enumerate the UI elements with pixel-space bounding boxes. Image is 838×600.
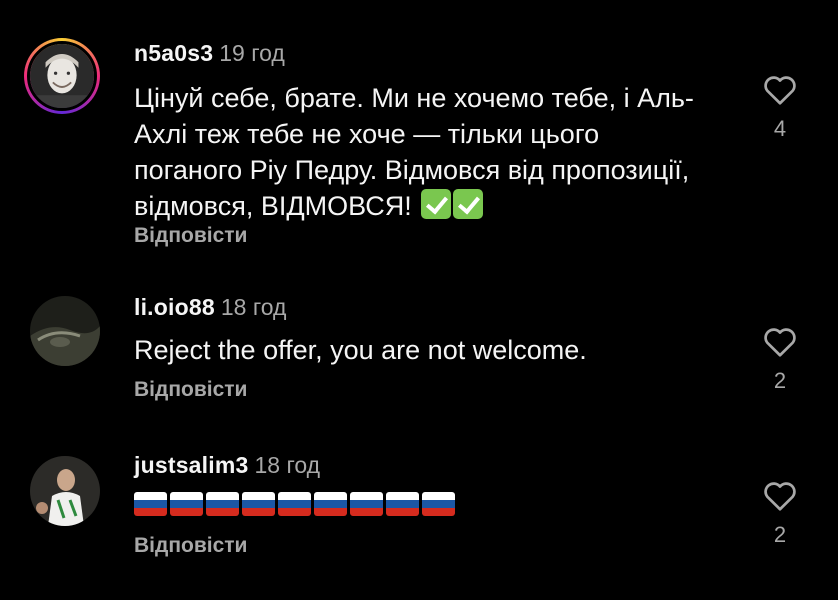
heart-icon (764, 76, 796, 105)
russia-flag-icon (386, 492, 419, 516)
comment-text: Цінуй себе, брате. Ми не хочемо тебе, і … (134, 80, 714, 224)
username[interactable]: n5a0s3 (134, 40, 213, 66)
avatar[interactable] (24, 38, 100, 114)
like-button[interactable] (762, 324, 798, 358)
comment-header: n5a0s3 19 год (134, 40, 285, 67)
user-avatar-icon (30, 456, 100, 526)
avatar[interactable] (30, 296, 100, 366)
russia-flag-icon (134, 492, 167, 516)
russia-flag-icon (278, 492, 311, 516)
comments-list: n5a0s3 19 год Цінуй себе, брате. Ми не хо… (0, 0, 838, 600)
russia-flag-icon (206, 492, 239, 516)
like-button[interactable] (762, 72, 798, 106)
username[interactable]: justsalim3 (134, 452, 249, 478)
like-button[interactable] (762, 478, 798, 512)
timestamp: 18 год (254, 452, 321, 478)
russia-flag-icon (314, 492, 347, 516)
check-mark-icon (421, 189, 452, 219)
username[interactable]: li.oio88 (134, 294, 215, 320)
user-avatar-icon (30, 44, 94, 108)
timestamp: 18 год (220, 294, 287, 320)
avatar[interactable] (30, 456, 100, 526)
timestamp: 19 год (219, 40, 285, 66)
like-count: 2 (773, 522, 787, 547)
check-mark-icon (453, 189, 484, 219)
reply-button[interactable]: Відповісти (134, 224, 247, 248)
comment-header: li.oio88 18 год (134, 294, 286, 321)
user-avatar-icon (30, 296, 100, 366)
comment-item: n5a0s3 19 год Цінуй себе, брате. Ми не хо… (0, 0, 838, 270)
heart-icon (764, 328, 796, 357)
comment-body: Цінуй себе, брате. Ми не хочемо тебе, і … (134, 83, 694, 221)
reply-button[interactable]: Відповісти (134, 378, 247, 402)
reply-button[interactable]: Відповісти (134, 534, 247, 558)
comment-item: justsalim3 18 год Відповісти 2 (0, 430, 838, 600)
comment-text (134, 492, 455, 516)
russia-flag-icon (422, 492, 455, 516)
russia-flag-icon (170, 492, 203, 516)
comment-header: justsalim3 18 год (134, 452, 320, 479)
russia-flag-icon (350, 492, 383, 516)
comment-text: Reject the offer, you are not welcome. (134, 335, 587, 365)
heart-icon (764, 482, 796, 511)
like-count: 4 (773, 116, 787, 141)
russia-flag-icon (242, 492, 275, 516)
like-count: 2 (773, 368, 787, 393)
comment-item: li.oio88 18 год Reject the offer, you are… (0, 270, 838, 430)
